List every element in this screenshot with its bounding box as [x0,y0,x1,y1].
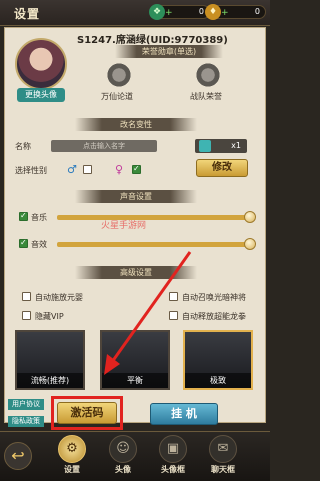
tab-label: 头像框 [161,465,185,474]
avatar-icon: ☺ [109,435,137,463]
gear-icon: ⚙ [58,435,86,463]
bottom-tab-bar: ↩ ⚙ 设置 ☺ 头像 ▣ 头像框 ✉ 聊天框 [0,431,270,481]
tab-chat-frame[interactable]: ✉ 聊天框 [207,434,239,480]
tab-label: 聊天框 [211,465,235,474]
tab-label: 设置 [64,465,80,474]
chat-bubble-icon: ✉ [209,435,237,463]
tab-avatar[interactable]: ☺ 头像 [107,434,139,480]
frame-icon: ▣ [159,435,187,463]
tab-label: 头像 [115,465,131,474]
tab-avatar-frame[interactable]: ▣ 头像框 [157,434,189,480]
tab-settings[interactable]: ⚙ 设置 [56,434,88,480]
arrow-annotation-icon [104,251,192,375]
back-arrow-icon[interactable]: ↩ [4,442,32,470]
